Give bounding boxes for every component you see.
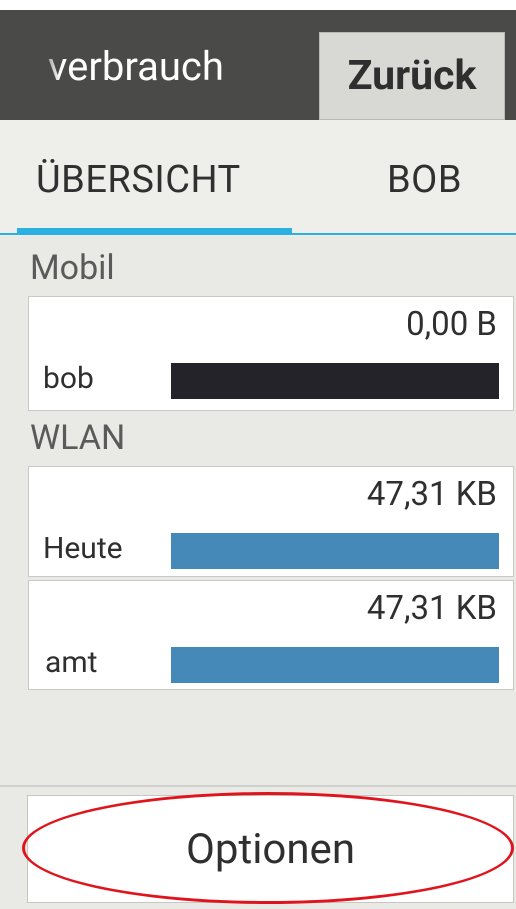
- section-label-mobile: Mobil: [30, 248, 115, 288]
- usage-amount: 47,31 KB: [366, 589, 497, 628]
- usage-card-mobile[interactable]: 0,00 B bob: [28, 296, 514, 411]
- tab-selected-indicator: [17, 228, 292, 234]
- action-bar: verbrauch Zurück: [0, 10, 516, 120]
- usage-bar: [171, 533, 499, 569]
- title-fade: [30, 40, 60, 100]
- usage-label: amt: [45, 645, 98, 680]
- usage-card-wlan-total[interactable]: 47,31 KB amt: [28, 580, 514, 690]
- options-button[interactable]: Optionen: [27, 795, 514, 903]
- tab-overview[interactable]: ÜBERSICHT: [36, 158, 241, 202]
- footer-divider: [0, 785, 516, 787]
- usage-card-wlan-today[interactable]: 47,31 KB Heute: [28, 466, 514, 577]
- back-button[interactable]: Zurück: [319, 32, 505, 120]
- tab-bob[interactable]: BOB: [387, 158, 462, 202]
- action-bar-title: verbrauch: [48, 43, 224, 90]
- section-label-wlan: WLAN: [30, 418, 126, 458]
- usage-amount: 0,00 B: [406, 305, 497, 344]
- tab-bar: ÜBERSICHT BOB: [0, 120, 516, 236]
- usage-amount: 47,31 KB: [366, 475, 497, 514]
- usage-bar: [171, 363, 499, 399]
- usage-label: bob: [43, 361, 94, 396]
- status-strip: [0, 0, 516, 10]
- usage-bar: [171, 647, 499, 683]
- usage-label: Heute: [43, 531, 123, 566]
